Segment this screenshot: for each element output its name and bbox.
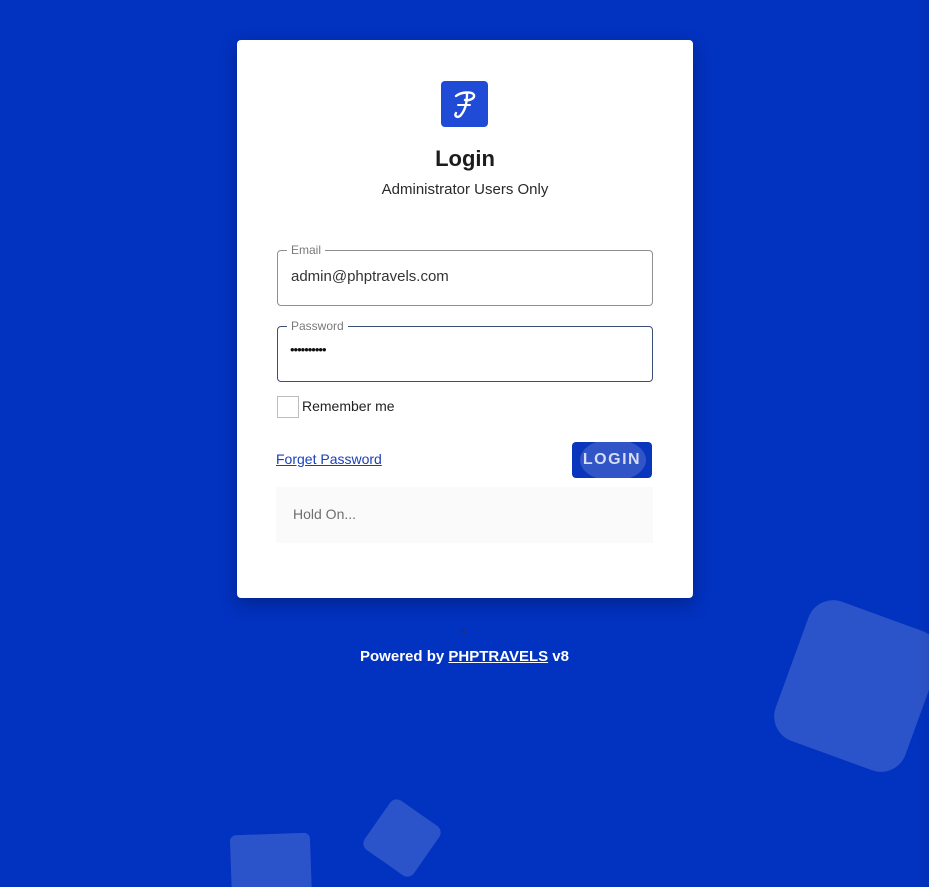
- decorative-square-bottom-middle: [360, 796, 444, 880]
- remember-me-label[interactable]: Remember me: [302, 398, 395, 414]
- version-text: v8: [552, 648, 569, 665]
- password-value[interactable]: ••••••••••: [290, 342, 327, 357]
- email-label: Email: [287, 242, 326, 258]
- decorative-square-right: [766, 592, 929, 780]
- login-subtitle: Administrator Users Only: [381, 181, 549, 198]
- decorative-square-bottom-left: [229, 832, 313, 887]
- phptravels-link[interactable]: PHPTRAVELS: [448, 648, 548, 665]
- powered-by-footer: Powered by PHPTRAVELS v8: [0, 648, 929, 665]
- login-title: Login: [435, 146, 495, 171]
- status-message: Hold On...: [293, 506, 357, 522]
- password-field[interactable]: Password ••••••••••: [277, 318, 653, 382]
- remember-me-checkbox[interactable]: [277, 396, 299, 418]
- powered-by-text: Powered by: [360, 648, 445, 665]
- status-message-box: Hold On...: [276, 487, 653, 543]
- login-button-label: LOGIN: [582, 451, 642, 468]
- login-button[interactable]: LOGIN: [572, 442, 652, 478]
- email-field[interactable]: Email admin@phptravels.com: [277, 242, 653, 306]
- caret-glyph: <: [460, 626, 466, 637]
- forget-password-link[interactable]: Forget Password: [276, 451, 382, 467]
- edge-shade: [915, 0, 929, 887]
- login-card: Login Administrator Users Only Email adm…: [237, 40, 693, 598]
- phptravels-logo-icon: [441, 81, 488, 127]
- email-value[interactable]: admin@phptravels.com: [291, 268, 449, 285]
- password-label: Password: [287, 318, 348, 334]
